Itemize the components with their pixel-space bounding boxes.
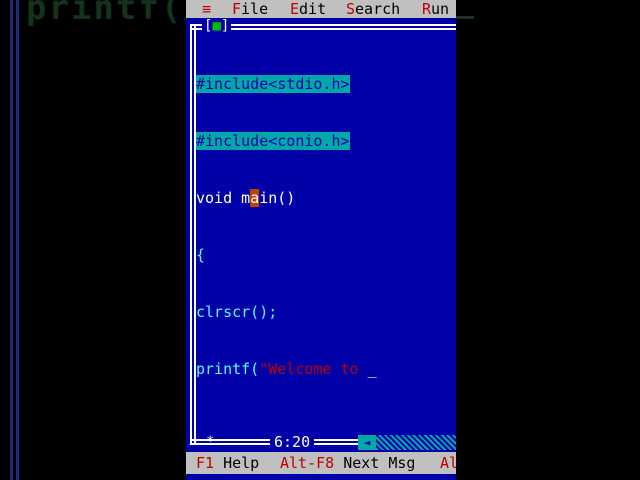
- menu-run-label: un: [431, 0, 450, 18]
- code-line-text: clrscr();: [196, 303, 278, 321]
- menu-file[interactable]: File: [232, 0, 268, 18]
- code-line-text: in(): [259, 189, 296, 207]
- hotkey-label: Help: [214, 454, 260, 472]
- menu-search[interactable]: Search: [346, 0, 400, 18]
- hotkey-label: Next Msg: [334, 454, 416, 472]
- close-box-bracket: ]: [220, 18, 230, 34]
- ghost-rail: [16, 0, 19, 480]
- ghost-line: [456, 16, 474, 19]
- menu-edit[interactable]: Edit: [290, 0, 326, 18]
- code-editor[interactable]: #include<stdio.h> #include<conio.h> void…: [196, 37, 377, 417]
- text-cursor-highlight: a: [250, 189, 260, 207]
- menu-file-label: ile: [241, 0, 269, 18]
- code-line-text: #include<conio.h>: [196, 132, 350, 150]
- horizontal-scrollbar[interactable]: ◄: [358, 435, 456, 450]
- menu-search-label: earch: [355, 0, 401, 18]
- system-menu-icon[interactable]: ≡: [202, 0, 211, 18]
- ghost-code-text: printf(: [26, 0, 184, 28]
- close-box-icon: ■: [212, 18, 221, 34]
- menu-search-hotkey: S: [346, 0, 356, 18]
- code-line-text: printf(: [196, 360, 260, 378]
- turbo-c-ide-window: ≡ File Edit Search Run [■] #include<stdi…: [186, 0, 456, 480]
- scroll-left-arrow-icon[interactable]: ◄: [358, 435, 376, 450]
- code-line: printf("Welcome to _: [196, 360, 377, 379]
- editor-status-line: * 6:20 ◄: [190, 432, 456, 452]
- code-line: void main(): [196, 189, 377, 208]
- hotkey-help[interactable]: F1 Help: [196, 452, 259, 474]
- menu-edit-label: dit: [299, 0, 327, 18]
- code-line-text: {: [196, 246, 206, 264]
- menu-run[interactable]: Run: [422, 0, 449, 18]
- hotkey-truncated[interactable]: Al: [440, 452, 456, 474]
- code-line: #include<conio.h>: [196, 132, 377, 151]
- hotkey-key: Alt-F8: [280, 454, 335, 472]
- close-box-button[interactable]: [■]: [202, 18, 232, 34]
- hotkey-next-msg[interactable]: Alt-F8 Next Msg: [280, 452, 415, 474]
- cursor-position: 6:20: [270, 432, 315, 452]
- scrollbar-track[interactable]: [376, 435, 456, 450]
- code-line: #include<stdio.h>: [196, 75, 377, 94]
- menu-run-hotkey: R: [422, 0, 432, 18]
- modified-marker: *: [206, 434, 215, 450]
- ghost-rail: [10, 0, 13, 480]
- menu-bar: ≡ File Edit Search Run: [186, 0, 456, 18]
- menu-edit-hotkey: E: [290, 0, 300, 18]
- text-caret: _: [367, 360, 377, 378]
- menu-file-hotkey: F: [232, 0, 242, 18]
- code-line: {: [196, 246, 377, 265]
- code-line: clrscr();: [196, 303, 377, 322]
- code-line-text: #include<stdio.h>: [196, 75, 350, 93]
- background-ghost-panel: printf(: [0, 0, 186, 480]
- hotkey-key: F1: [196, 454, 215, 472]
- hotkey-bar: F1 Help Alt-F8 Next Msg Al: [186, 452, 456, 474]
- frame-border: [190, 24, 192, 444]
- string-literal: "Welcome to: [259, 360, 368, 378]
- hotkey-key: Al: [440, 454, 456, 472]
- code-line-text: void m: [196, 189, 251, 207]
